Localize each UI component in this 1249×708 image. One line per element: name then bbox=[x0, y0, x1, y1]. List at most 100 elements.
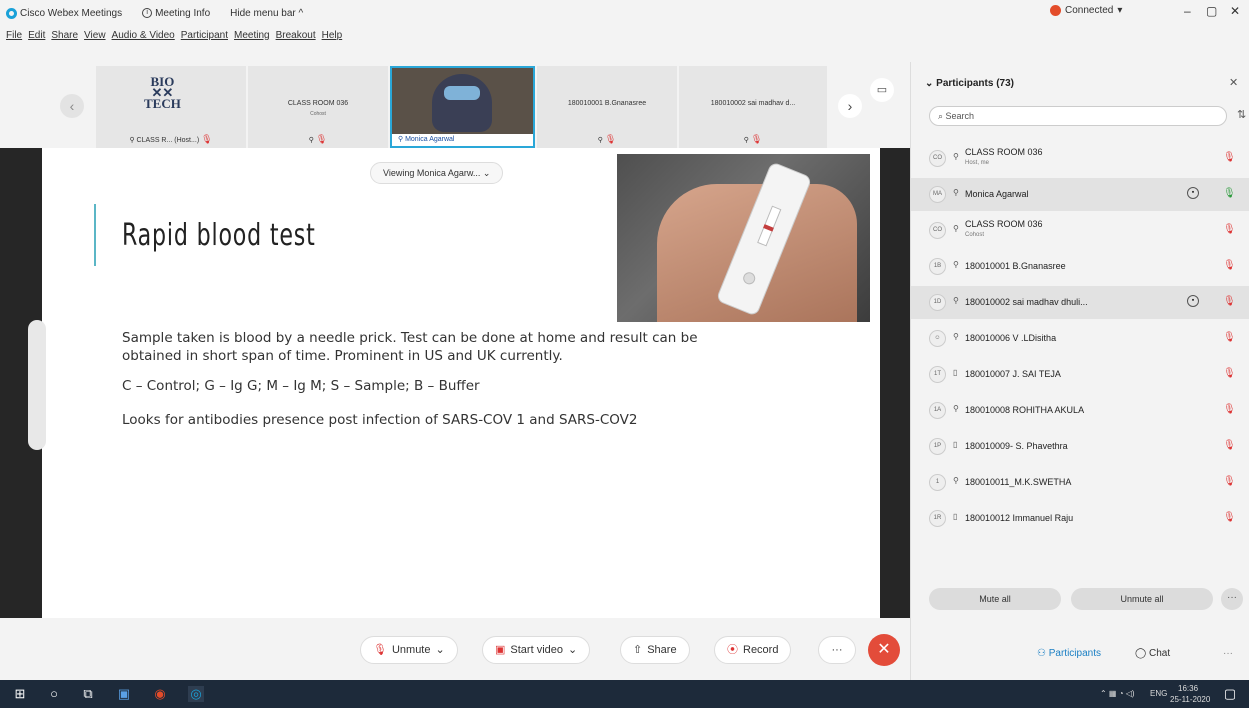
hide-menu-label: Hide menu bar ^ bbox=[230, 7, 304, 19]
app-name: Cisco Webex Meetings bbox=[20, 7, 123, 19]
participant-row[interactable]: CO ⚲ CLASS ROOM 036 Cohost 🎙 bbox=[911, 214, 1249, 247]
close-panel-button[interactable]: ✕ bbox=[1229, 76, 1238, 89]
tile-name: 180010001 B.Gnanasree bbox=[567, 100, 647, 107]
viewing-label: Viewing Monica Agarw... bbox=[383, 168, 481, 178]
panel-more-button[interactable]: ··· bbox=[1221, 588, 1243, 610]
participant-row[interactable]: CO ⚲ CLASS ROOM 036 Host, me 🎙 bbox=[911, 142, 1249, 175]
mic-muted-icon[interactable]: 🎙 bbox=[1223, 332, 1236, 343]
unmute-button[interactable]: 🎙 Unmute ⌄ bbox=[360, 636, 458, 664]
audio-icon: ⚲ bbox=[953, 404, 959, 413]
avatar: 1B bbox=[929, 258, 946, 275]
video-tile-active-speaker[interactable]: ⚲ Monica Agarwal bbox=[390, 66, 535, 148]
leave-meeting-button[interactable]: ✕ bbox=[868, 634, 900, 666]
menu-share[interactable]: Share bbox=[51, 30, 78, 41]
mic-muted-icon[interactable]: 🎙 bbox=[1223, 476, 1236, 487]
chevron-down-icon: ⌄ bbox=[925, 78, 937, 89]
meeting-info-button[interactable]: i Meeting Info bbox=[142, 8, 210, 19]
search-placeholder: Search bbox=[945, 111, 975, 121]
more-options-button[interactable]: ··· bbox=[818, 636, 856, 664]
tile-name: CLASS R... (Host...) bbox=[136, 137, 200, 144]
participants-title: Participants (73) bbox=[936, 78, 1014, 89]
strip-next-button[interactable]: › bbox=[838, 94, 862, 118]
notification-icon[interactable]: ▢ bbox=[1222, 686, 1238, 702]
menu-meeting[interactable]: Meeting bbox=[234, 30, 270, 41]
menu-participant[interactable]: Participant bbox=[181, 30, 228, 41]
video-tile-participant[interactable]: 180010001 B.Gnanasree ⚲ 🎙 bbox=[537, 66, 677, 148]
chevron-down-icon: ⌄ bbox=[435, 644, 445, 656]
mic-muted-icon[interactable]: 🎙 bbox=[1223, 404, 1236, 415]
participant-search-input[interactable]: ⌕ Search bbox=[929, 106, 1227, 126]
participants-header[interactable]: ⌄ Participants (73) bbox=[925, 78, 1014, 89]
tray-language[interactable]: ENG bbox=[1150, 689, 1167, 698]
annotation-toolbar-handle[interactable] bbox=[28, 320, 46, 450]
video-tile-host[interactable]: BIO ✕✕ TECH ⚲ CLASS R... (Host...) 🎙 bbox=[96, 66, 246, 148]
tray-time[interactable]: 16:36 bbox=[1178, 684, 1198, 693]
tray-date[interactable]: 25-11-2020 bbox=[1170, 695, 1210, 704]
record-label: Record bbox=[743, 644, 779, 656]
participant-row[interactable]: 1T ▯ 180010007 J. SAI TEJA 🎙 bbox=[911, 358, 1249, 391]
chrome-icon[interactable]: ◉ bbox=[152, 686, 168, 702]
unmute-label: Unmute bbox=[391, 644, 431, 656]
mic-active-icon[interactable]: 🎙 bbox=[1223, 188, 1236, 199]
viewing-dropdown[interactable]: Viewing Monica Agarw... ⌄ bbox=[370, 162, 504, 184]
mic-muted-icon[interactable]: 🎙 bbox=[1223, 368, 1236, 379]
participant-row[interactable]: 1B ⚲ 180010001 B.Gnanasree 🎙 bbox=[911, 250, 1249, 283]
restore-button[interactable]: ▢ bbox=[1206, 4, 1217, 18]
windows-start-icon[interactable]: ⊞ bbox=[12, 686, 28, 702]
participant-name: CLASS ROOM 036 bbox=[965, 219, 1043, 229]
participant-row[interactable]: 1A ⚲ 180010008 ROHITHA AKULA 🎙 bbox=[911, 394, 1249, 427]
webex-taskbar-icon[interactable]: ◎ bbox=[188, 686, 204, 702]
layout-button[interactable]: ▭ bbox=[870, 78, 894, 102]
participant-row[interactable]: 1R ▯ 180010012 Immanuel Raju 🎙 bbox=[911, 502, 1249, 535]
menu-edit[interactable]: Edit bbox=[28, 30, 45, 41]
mute-all-button[interactable]: Mute all bbox=[929, 588, 1061, 610]
menu-file[interactable]: File bbox=[6, 30, 22, 41]
audio-icon: ⚲ bbox=[953, 332, 959, 341]
file-explorer-icon[interactable]: ▣ bbox=[116, 686, 132, 702]
video-tile-classroom[interactable]: CLASS ROOM 036 Cohost ⚲ 🎙 bbox=[248, 66, 388, 148]
mic-muted-icon: 🎙 bbox=[750, 134, 763, 144]
menu-help[interactable]: Help bbox=[322, 30, 343, 41]
chevron-down-icon: ⌄ bbox=[482, 168, 491, 178]
sort-icon[interactable]: ⇅ bbox=[1237, 108, 1246, 121]
video-tile-participant[interactable]: 180010002 sai madhav d... ⚲ 🎙 bbox=[679, 66, 827, 148]
tab-chat-label: Chat bbox=[1148, 648, 1171, 659]
participant-row[interactable]: 1 ⚲ 180010011_M.K.SWETHA 🎙 bbox=[911, 466, 1249, 499]
mic-muted-icon[interactable]: 🎙 bbox=[1223, 152, 1236, 163]
record-button[interactable]: ⦿ Record bbox=[714, 636, 792, 664]
mic-muted-icon[interactable]: 🎙 bbox=[1223, 440, 1236, 451]
participant-row[interactable]: MA ⚲ Monica Agarwal ▪ 🎙 bbox=[911, 178, 1249, 211]
tray-icons[interactable]: ⌃ ▦ ◔ ◁) bbox=[1100, 689, 1135, 698]
phone-icon: ▯ bbox=[953, 368, 958, 377]
avatar: 1T bbox=[929, 366, 946, 383]
participants-icon: ⚇ bbox=[1037, 648, 1049, 659]
mic-muted-icon[interactable]: 🎙 bbox=[1223, 296, 1236, 307]
participant-name: 180010008 ROHITHA AKULA bbox=[965, 405, 1085, 415]
connection-status[interactable]: Connected ▾ bbox=[1050, 5, 1122, 16]
tile-footer: ⚲ 🎙 bbox=[308, 134, 328, 144]
menu-breakout[interactable]: Breakout bbox=[276, 30, 316, 41]
menu-audio-video[interactable]: Audio & Video bbox=[112, 30, 175, 41]
layout-icon: ▭ bbox=[876, 84, 888, 96]
footer-more-button[interactable]: ··· bbox=[1223, 648, 1233, 659]
start-video-button[interactable]: ▣ Start video ⌄ bbox=[482, 636, 591, 664]
share-button[interactable]: ⇧ Share bbox=[620, 636, 690, 664]
search-icon[interactable]: ○ bbox=[46, 686, 62, 702]
mic-muted-icon[interactable]: 🎙 bbox=[1223, 260, 1236, 271]
participant-row[interactable]: 1D ⚲ 180010002 sai madhav dhuli... ▪ 🎙 bbox=[911, 286, 1249, 319]
hide-menu-button[interactable]: Hide menu bar ^ bbox=[230, 8, 303, 19]
tab-participants[interactable]: ⚇ Participants bbox=[1037, 648, 1101, 659]
tab-chat[interactable]: ◯ Chat bbox=[1135, 648, 1170, 659]
menu-view[interactable]: View bbox=[84, 30, 106, 41]
mic-muted-icon[interactable]: 🎙 bbox=[1223, 224, 1236, 235]
biotech-logo-icon: BIO ✕✕ TECH bbox=[144, 74, 181, 111]
close-window-button[interactable]: ✕ bbox=[1230, 4, 1240, 18]
unmute-all-button[interactable]: Unmute all bbox=[1071, 588, 1213, 610]
participant-row[interactable]: 1P ▯ 180010009- S. Phavethra 🎙 bbox=[911, 430, 1249, 463]
strip-prev-button[interactable]: ‹ bbox=[60, 94, 84, 118]
video-on-icon: ▪ bbox=[1187, 295, 1199, 307]
participant-row[interactable]: ☺ ⚲ 180010006 V .LDisitha 🎙 bbox=[911, 322, 1249, 355]
task-view-icon[interactable]: ⧉ bbox=[80, 686, 96, 702]
minimize-button[interactable]: – bbox=[1184, 4, 1191, 18]
mic-muted-icon[interactable]: 🎙 bbox=[1223, 512, 1236, 523]
